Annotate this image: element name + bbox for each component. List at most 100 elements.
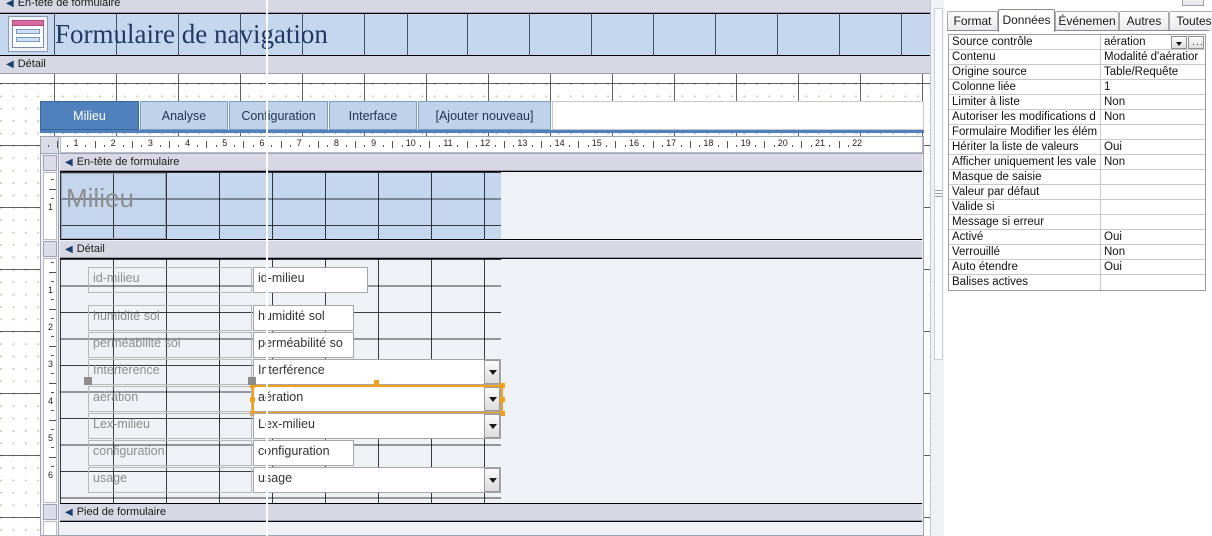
property-row[interactable]: Auto étendre Oui [949,260,1205,275]
property-value[interactable]: Non [1101,155,1205,169]
property-value[interactable] [1101,125,1205,139]
navigation-form-title[interactable]: Formulaire de navigation [55,12,328,56]
tab-donnees[interactable]: Données [998,9,1055,32]
property-value[interactable]: Oui [1101,230,1205,244]
control-textbox-permeabilite-sol[interactable]: perméabilité so [253,332,354,358]
chevron-down-icon[interactable] [484,387,500,411]
property-value[interactable] [1101,185,1205,199]
control-textbox-configuration[interactable]: configuration [253,440,354,466]
tab-autres[interactable]: Autres [1119,11,1169,31]
control-textbox-humidite-sol[interactable]: humidité sol [253,305,354,331]
property-row[interactable]: Origine source Table/Requête [949,65,1205,80]
ruler-tick [169,141,170,148]
ruler-tick [457,145,459,147]
control-textbox-id-milieu[interactable]: id-milieu [253,267,368,293]
property-row[interactable]: Valeur par défaut [949,185,1205,200]
ruler-header-sel-box[interactable] [43,155,57,171]
selection-handle[interactable] [374,380,379,385]
property-name: Contenu [949,50,1101,64]
property-value[interactable] [1101,215,1205,229]
property-row[interactable]: Limiter à liste Non [949,95,1205,110]
control-combobox-lex-milieu[interactable]: Lex-milieu [253,413,501,439]
ruler-tick [438,145,440,147]
nav-tab-add-new[interactable]: [Ajouter nouveau] [418,101,551,130]
horizontal-ruler[interactable]: 1 2 3 4 5 6 7 8 9 10 11 12 13 14 15 16 17 18 19 20 21 22 [41,137,923,154]
subform-footer-section-bar[interactable]: ◀ Pied de formulaire [60,504,922,521]
ruler-footer-sel-box[interactable] [43,504,57,520]
control-label-humidite-sol[interactable]: humidité sol [88,305,252,331]
property-row[interactable]: Hériter la liste de valeurs Oui [949,140,1205,155]
control-label-lex-milieu[interactable]: Lex-milieu [88,413,252,439]
move-handle-control[interactable] [248,377,256,385]
property-row[interactable]: Verrouillé Non [949,245,1205,260]
ruler-tick [792,145,794,147]
nav-tab-configuration[interactable]: Configuration [229,101,328,130]
property-row[interactable]: Formulaire Modifier les élém [949,125,1205,140]
nav-tab-milieu[interactable]: Milieu [40,101,139,130]
property-value[interactable]: 1 [1101,80,1205,94]
chevron-down-icon[interactable] [1171,36,1187,49]
tab-format[interactable]: Format [947,11,998,31]
property-value[interactable] [1101,275,1205,290]
navigation-form-icon[interactable] [8,16,48,52]
selection-handle[interactable] [500,383,505,388]
control-combobox-usage[interactable]: usage [253,467,501,493]
property-value[interactable]: Non [1101,95,1205,109]
property-row[interactable]: Autoriser les modifications d Non [949,110,1205,125]
nav-tab-analyse[interactable]: Analyse [140,101,228,130]
property-row[interactable]: Balises actives [949,275,1205,290]
property-row[interactable]: Afficher uniquement les vale Non [949,155,1205,170]
ruler-detail-sel-box[interactable] [43,241,57,257]
ruler-tick [51,428,54,430]
property-row[interactable]: Masque de saisie [949,170,1205,185]
subform-detail-section-bar[interactable]: ◀ Détail [60,241,922,258]
outer-form-detail-section-bar[interactable]: ◀ Détail [0,56,944,74]
property-row[interactable]: Activé Oui [949,230,1205,245]
property-value[interactable]: Non [1101,110,1205,124]
property-value[interactable] [1101,200,1205,214]
tab-evenement[interactable]: Événemen [1055,11,1119,31]
property-row[interactable]: Valide si [949,200,1205,215]
control-label-aeration[interactable]: aération [88,386,252,412]
builder-ellipsis-icon[interactable]: ··· [1188,36,1204,49]
control-label-interference[interactable]: Interférence [88,359,252,385]
property-sheet: Format Données Événemen Autres Toutes So… [944,0,1212,536]
ruler-corner-box[interactable] [41,137,59,153]
pane-splitter[interactable] [930,0,944,536]
property-value[interactable]: Modalité d'aératior [1101,50,1205,64]
control-label-usage[interactable]: usage [88,467,252,493]
subform-header-section-bar[interactable]: ◀ En-tête de formulaire [60,154,922,171]
property-sheet-close-button[interactable] [1182,0,1204,6]
property-row[interactable]: Contenu Modalité d'aératior [949,50,1205,65]
splitter-grip-icon[interactable] [935,190,942,199]
selection-handle[interactable] [250,397,255,402]
ruler-tick [727,141,728,148]
property-row[interactable]: Colonne liée 1 [949,80,1205,95]
move-handle-label[interactable] [84,377,92,385]
vertical-ruler[interactable]: 1 1 2 3 4 5 6 [41,154,59,535]
collapse-arrow-icon: ◀ [6,59,14,70]
property-value[interactable]: Non [1101,245,1205,259]
property-row[interactable]: Source contrôle aération ··· [949,35,1205,50]
control-combobox-aeration[interactable]: aération [253,386,501,412]
property-value[interactable]: Table/Requête [1101,65,1205,79]
ruler-tick [652,141,654,148]
selection-handle[interactable] [500,397,505,402]
chevron-down-icon[interactable] [484,360,500,384]
property-value[interactable]: Oui [1101,140,1205,154]
property-value[interactable] [1101,170,1205,184]
subform-header-title[interactable]: Milieu [66,185,134,211]
chevron-down-icon[interactable] [484,468,500,492]
tab-toutes[interactable]: Toutes [1169,11,1212,31]
control-label-permeabilite-sol[interactable]: perméabilité sol [88,332,252,358]
ruler-tick [234,145,236,147]
chevron-down-icon[interactable] [484,414,500,438]
nav-tab-interface[interactable]: Interface [329,101,417,130]
ruler-tick [49,271,56,273]
property-row[interactable]: Message si erreur [949,215,1205,230]
control-label-configuration[interactable]: configuration [88,440,252,466]
ruler-tick [550,145,552,147]
splitter-track[interactable] [934,8,943,360]
property-value[interactable]: Oui [1101,260,1205,274]
control-label-id-milieu[interactable]: id-milieu [88,267,252,293]
